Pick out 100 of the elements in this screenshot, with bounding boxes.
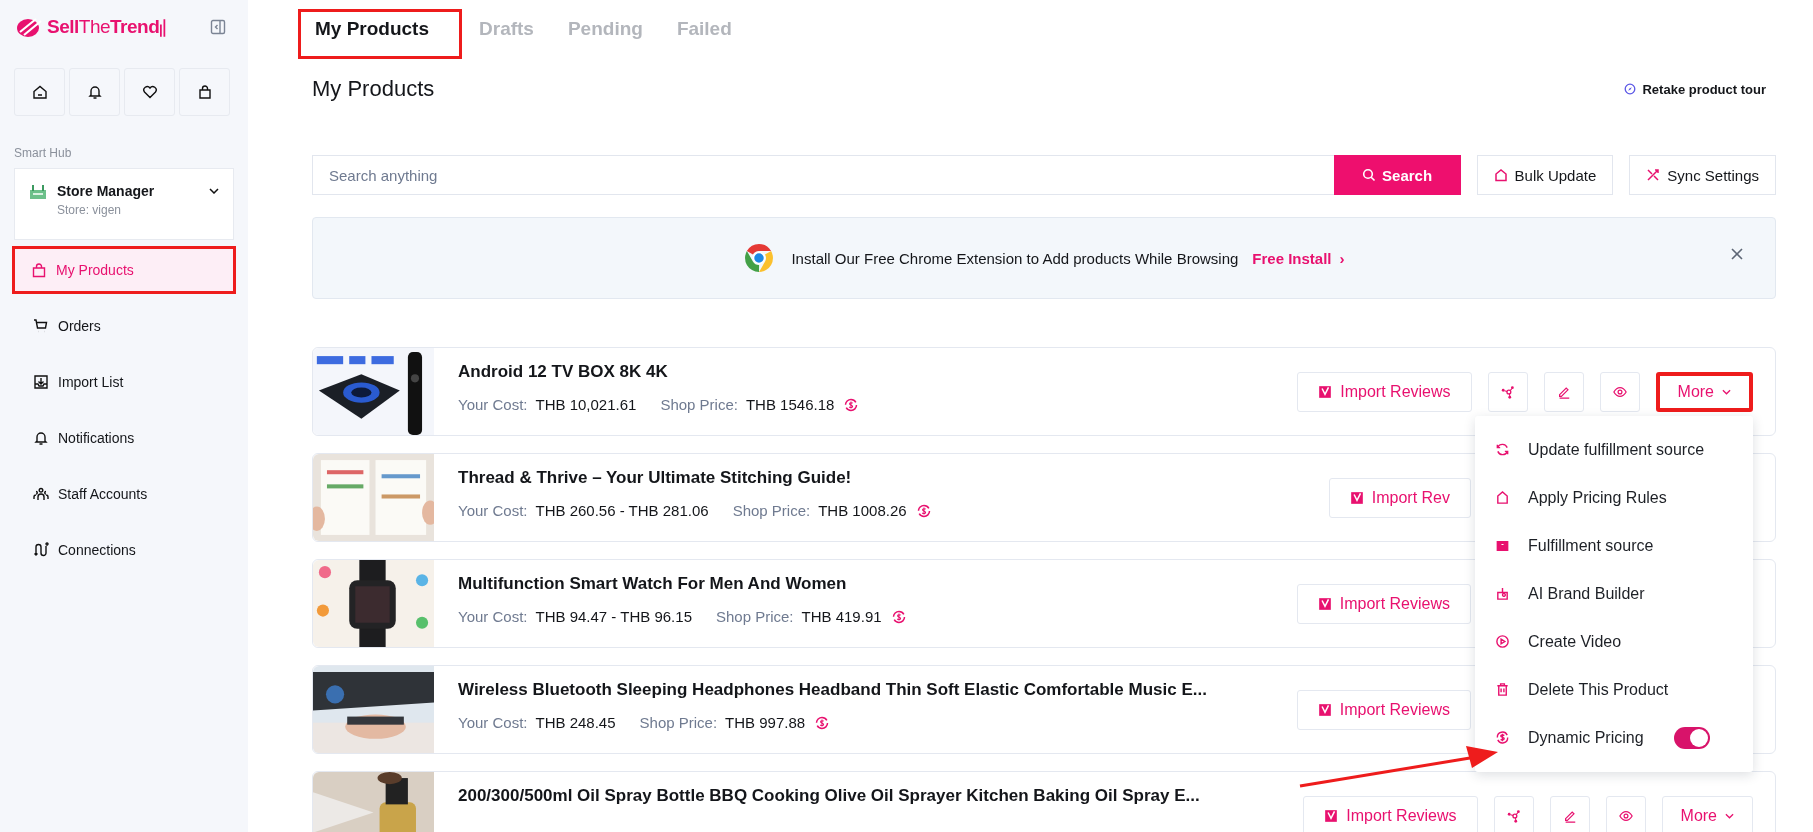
bag-icon [31,262,47,278]
bag-button[interactable] [179,68,230,116]
nodes-icon [1506,808,1521,823]
menu-item[interactable]: Dynamic Pricing [1475,713,1753,762]
search-field[interactable]: Search anything [312,155,1334,195]
more-button[interactable]: More [1655,371,1753,412]
route-icon [33,542,49,558]
store-name: Store Manager [57,183,156,199]
review-icon [1324,808,1339,823]
heart-icon [141,84,158,100]
import-reviews-button[interactable]: Import Reviews [1296,583,1471,624]
product-title[interactable]: Android 12 TV BOX 8K 4K [458,362,1298,382]
search-icon [1362,168,1377,182]
import-reviews-button[interactable]: Import Reviews [1297,371,1472,412]
refresh-icon [1495,442,1510,457]
play-icon [1495,634,1510,649]
tab[interactable]: My Products [298,9,463,59]
edit-button[interactable] [1543,371,1584,412]
chevron-down-icon [209,188,219,194]
chevron-down-icon [1725,812,1734,819]
browser-logo-icon [743,242,776,274]
bot-icon [1495,586,1510,601]
box-icon [1495,538,1510,553]
review-icon [1317,596,1332,611]
menu-item[interactable]: Apply Pricing Rules [1475,473,1753,522]
sidebar-item[interactable]: My Products [12,246,236,294]
free-install-link[interactable]: Free Install › [1252,249,1345,267]
menu-item[interactable]: Update fulfillment source [1475,425,1753,474]
menu-item[interactable]: Fulfillment source [1475,521,1753,570]
collapse-sidebar-icon[interactable] [210,19,226,35]
sidebar-item[interactable]: Orders [14,302,234,350]
product-title[interactable]: Thread & Thrive – Your Ultimate Stitching Guide! [458,468,1329,488]
product-title[interactable]: 200/300/500ml Oil Spray Bottle BBQ Cooking Olive Oil Sprayer Kitchen Baking Oil Spray E... [458,786,1304,806]
menu-item[interactable]: AI Brand Builder [1475,569,1753,618]
people-icon [33,486,49,502]
connect-button[interactable] [1487,371,1528,412]
bell-button[interactable] [69,68,120,116]
sync-settings-button[interactable]: Sync Settings [1629,155,1776,195]
store-subtitle: Store: vigen [57,203,123,217]
price-value: THB 1546.18 [745,396,835,413]
pencil-icon [1562,808,1577,823]
search-button[interactable]: Search [1333,155,1461,195]
retake-tour-link[interactable]: Retake product tour [1624,81,1766,97]
price-label: Shop Price: [732,502,811,519]
heart-button[interactable] [124,68,175,116]
sidebar-item[interactable]: Notifications [14,414,234,462]
price-label: Shop Price: [639,714,718,731]
price-label: Shop Price: [715,608,794,625]
close-icon[interactable] [1731,248,1743,260]
pencil-icon [1556,384,1571,399]
dollar-icon [1495,730,1510,745]
cost-value: THB 260.56 - THB 281.06 [535,502,709,519]
bag-icon [196,84,213,100]
cost-value: THB 94.47 - THB 96.15 [535,608,692,625]
store-icon [29,184,47,200]
section-label: Smart Hub [14,146,73,160]
product-title[interactable]: Wireless Bluetooth Sleeping Headphones Headband Thin Soft Elastic Comfortable Music E... [458,680,1297,700]
import-reviews-button[interactable]: Import Reviews [1296,689,1471,730]
import-icon [33,374,49,390]
review-icon [1317,702,1332,717]
view-button[interactable] [1605,795,1646,832]
cost-label: Your Cost: [458,714,528,731]
compass-icon [1624,83,1637,95]
more-button[interactable]: More [1661,795,1753,832]
cost-label: Your Cost: [458,396,528,413]
eye-icon [1618,808,1633,823]
bell-icon [86,84,103,100]
view-button[interactable] [1599,371,1640,412]
home-icon [31,84,48,100]
price-label: Shop Price: [660,396,738,413]
cost-value: THB 248.45 [535,714,616,731]
cost-label: Your Cost: [458,608,528,625]
toggle-switch[interactable] [1673,726,1710,749]
price-value: THB 997.88 [725,714,806,731]
import-reviews-button[interactable]: Import Reviews [1303,795,1478,832]
home-button[interactable] [14,68,65,116]
import-reviews-button[interactable]: Import Rev [1328,477,1471,518]
product-title[interactable]: Multifunction Smart Watch For Men And Women [458,574,1297,594]
price-value: THB 419.91 [801,608,882,625]
bell-icon [33,430,49,446]
menu-item[interactable]: Create Video [1475,617,1753,666]
nodes-icon [1500,384,1515,399]
review-icon [1349,490,1364,505]
page-title: My Products [312,76,435,102]
sidebar-item[interactable]: Staff Accounts [14,470,234,518]
connect-button[interactable] [1493,795,1534,832]
cost-value: THB 10,021.61 [535,396,637,413]
review-icon [1318,384,1333,399]
cost-label: Your Cost: [458,502,528,519]
sidebar-item[interactable]: Import List [14,358,234,406]
tools-icon [1646,168,1661,182]
sidebar-item[interactable]: Connections [14,526,234,574]
logo[interactable]: SellTheTrend [16,16,168,38]
eye-icon [1612,384,1627,399]
trash-icon [1495,682,1510,697]
bulk-update-button[interactable]: Bulk Update [1476,155,1614,195]
edit-button[interactable] [1549,795,1590,832]
menu-item[interactable]: Delete This Product [1475,665,1753,714]
store-selector[interactable]: Store Manager Store: vigen [14,168,234,240]
chevron-down-icon [1722,388,1731,395]
